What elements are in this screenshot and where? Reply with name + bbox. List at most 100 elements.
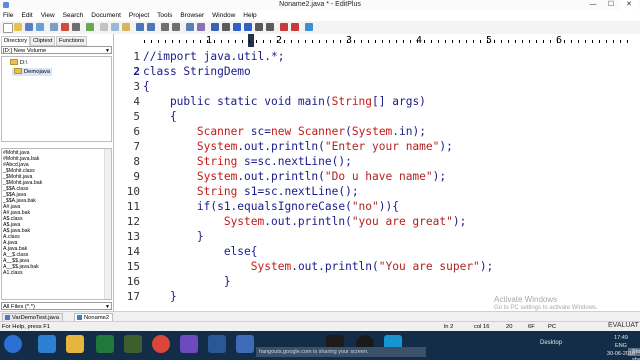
ruler-tick	[144, 40, 145, 43]
new-file-icon[interactable]	[3, 23, 13, 33]
ruler-tick	[536, 40, 537, 43]
ruler-tick	[291, 40, 292, 43]
line-number: 5	[133, 110, 140, 123]
file-explorer-icon[interactable]	[66, 335, 84, 353]
line-number-icon[interactable]	[233, 23, 241, 31]
file-filter-select[interactable]: All Files (*.*) ▼	[1, 302, 112, 310]
code-line: else{	[143, 245, 258, 258]
ruler-tick	[438, 40, 439, 43]
code-line: }	[143, 275, 231, 288]
clock-time: 17:49	[614, 335, 628, 341]
minimize-button[interactable]: —	[584, 0, 602, 10]
save-all-icon[interactable]	[36, 23, 44, 31]
file-item[interactable]: A1.class	[3, 270, 23, 276]
menu-window[interactable]: Window	[208, 10, 239, 21]
line-number: 10	[126, 185, 140, 198]
show-spaces-icon[interactable]	[222, 23, 230, 31]
ruler-tick	[382, 40, 383, 43]
ruler-tick	[473, 40, 474, 43]
close-button[interactable]: ✕	[620, 0, 638, 10]
spellcheck-icon[interactable]	[86, 23, 94, 31]
directory-window-icon[interactable]	[255, 23, 263, 31]
ruler-tick	[375, 40, 376, 43]
menu-browser[interactable]: Browser	[176, 10, 208, 21]
internet-explorer-icon[interactable]	[38, 335, 56, 353]
line-number-gutter: 1 2 3 4 5 6 7 8 9 10 11 12 13 14 15 16 1…	[114, 48, 140, 311]
editplus-icon[interactable]	[236, 335, 254, 353]
line-number: 11	[126, 200, 140, 213]
save-icon[interactable]	[25, 23, 33, 31]
ruler-tick	[172, 40, 173, 43]
ruler-icon[interactable]	[244, 23, 252, 31]
menu-file[interactable]: File	[0, 10, 17, 21]
replace-icon[interactable]	[172, 23, 180, 31]
open-folder-icon[interactable]	[14, 23, 22, 31]
word-wrap-icon[interactable]	[186, 23, 194, 31]
menu-edit[interactable]: Edit	[17, 10, 36, 21]
cliptext-window-icon[interactable]	[266, 23, 274, 31]
ruler-tick	[550, 40, 551, 43]
tab-functions[interactable]: Functions	[56, 36, 88, 46]
cut-icon[interactable]	[100, 23, 108, 31]
line-number: 3	[133, 80, 140, 93]
maximize-button[interactable]: ☐	[602, 0, 620, 10]
line-number: 6	[133, 125, 140, 138]
menu-project[interactable]: Project	[125, 10, 153, 21]
ruler-tick	[410, 40, 411, 43]
excel-icon[interactable]	[96, 335, 114, 353]
menu-tools[interactable]: Tools	[153, 10, 176, 21]
tab-directory[interactable]: Directory	[1, 36, 31, 46]
help-icon[interactable]	[305, 23, 313, 31]
file-list-scrollbar[interactable]	[104, 149, 111, 299]
find-icon[interactable]	[161, 23, 169, 31]
drive-select[interactable]: [D:] New Volume ▼	[1, 46, 112, 54]
ruler-tick	[417, 40, 418, 43]
menu-search[interactable]: Search	[59, 10, 88, 21]
stop-icon[interactable]	[291, 23, 299, 31]
chrome-icon[interactable]	[152, 335, 170, 353]
print-preview-icon[interactable]	[72, 23, 80, 31]
undo-icon[interactable]	[136, 23, 144, 31]
code-editor[interactable]: 1 2 3 4 5 6 7 8 9 10 11 12 13 14 15 16 1…	[114, 48, 640, 311]
browser-icon[interactable]	[197, 23, 205, 31]
dir-item[interactable]: D:\	[8, 59, 29, 67]
ruler-tick	[256, 40, 257, 43]
ruler: 1 2 3 4 5 6	[114, 34, 640, 49]
code-line: {	[143, 110, 177, 123]
java-file-icon	[77, 314, 82, 320]
redo-icon[interactable]	[147, 23, 155, 31]
onenote-icon[interactable]	[180, 335, 198, 353]
menu-view[interactable]: View	[37, 10, 59, 21]
tab-cliptext[interactable]: Cliptext	[30, 36, 56, 46]
ruler-tick	[592, 40, 593, 43]
line-number-current: 2	[133, 65, 140, 78]
ftp-icon[interactable]	[50, 23, 58, 31]
code-line: System.out.println("You are super");	[250, 260, 494, 273]
chevron-down-icon: ▼	[105, 304, 110, 310]
line-number: 14	[126, 245, 140, 258]
minecraft-icon[interactable]	[124, 335, 142, 353]
paste-icon[interactable]	[122, 23, 130, 31]
file-list[interactable]: #Mohit.java #Mohit.java.bak #Abcd.java _…	[1, 148, 112, 300]
code-line: {	[143, 80, 150, 93]
copy-icon[interactable]	[111, 23, 119, 31]
ruler-tick	[312, 40, 313, 43]
menu-document[interactable]: Document	[87, 10, 125, 21]
ruler-tick	[158, 40, 159, 43]
word-icon[interactable]	[208, 335, 226, 353]
ruler-tick	[186, 40, 187, 43]
toolbar	[0, 21, 640, 35]
dir-item-selected[interactable]: Demojava	[12, 68, 53, 76]
ruler-tick	[522, 40, 523, 43]
menu-help[interactable]: Help	[239, 10, 260, 21]
directory-tree[interactable]: D:\ Demojava	[1, 56, 112, 142]
java-file-icon	[5, 314, 10, 320]
print-icon[interactable]	[61, 23, 69, 31]
clock[interactable]: 17:49 ENG 30-06-2016	[605, 334, 637, 358]
desktop-toolbar-label[interactable]: Desktop	[540, 340, 562, 346]
font-icon[interactable]	[211, 23, 219, 31]
start-icon[interactable]	[4, 335, 22, 353]
ruler-tick	[480, 40, 481, 43]
line-number: 4	[133, 95, 140, 108]
run-icon[interactable]	[280, 23, 288, 31]
